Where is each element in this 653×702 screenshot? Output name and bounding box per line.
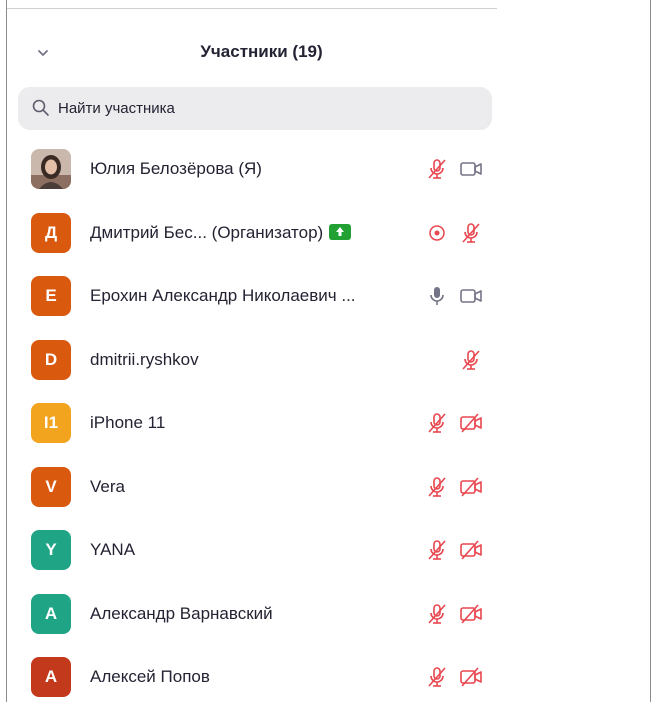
participant-name-text: Дмитрий Бес... (Организатор) — [90, 222, 324, 242]
participant-row[interactable]: I1 iPhone 11 — [14, 391, 497, 455]
video-camera-icon[interactable] — [459, 284, 483, 308]
panel-header: Участники (19) — [14, 9, 497, 84]
search-input[interactable] — [58, 87, 478, 130]
avatar: А — [31, 657, 71, 697]
participant-name-text: YANA — [90, 540, 136, 559]
mic-muted-icon[interactable] — [459, 348, 483, 372]
avatar-photo — [31, 149, 71, 189]
participants-window: Участники (19) Юлия Белозёрова (Я) Д Дмитр… — [6, 0, 651, 702]
mic-muted-icon[interactable] — [425, 157, 449, 181]
participant-name-text: dmitrii.ryshkov — [90, 349, 199, 369]
participant-row[interactable]: Е Ерохин Александр Николаевич ... — [14, 264, 497, 328]
participant-status-icons — [459, 346, 483, 374]
avatar: D — [31, 339, 71, 380]
participant-name: Алексей Попов — [90, 667, 210, 687]
video-off-icon[interactable] — [459, 602, 483, 626]
participant-row[interactable]: V Vera — [14, 455, 497, 519]
participant-status-icons — [425, 536, 483, 564]
participant-row[interactable]: Ddmitrii.ryshkov — [14, 328, 497, 392]
participant-status-icons — [425, 219, 483, 247]
participant-row[interactable]: Y YANA — [14, 518, 497, 582]
screen-share-icon — [329, 223, 352, 240]
avatar: Д — [31, 212, 71, 253]
mic-muted-icon[interactable] — [425, 411, 449, 435]
participant-name: dmitrii.ryshkov — [90, 350, 199, 370]
video-off-icon[interactable] — [459, 475, 483, 499]
recording-icon — [429, 224, 445, 241]
participant-name-text: iPhone 11 — [90, 413, 166, 432]
participant-row[interactable]: Юлия Белозёрова (Я) — [14, 137, 497, 201]
participant-status-icons — [425, 409, 483, 437]
participant-row[interactable]: А Алексей Попов — [14, 645, 497, 702]
avatar: V — [31, 466, 71, 507]
participant-name: Ерохин Александр Николаевич ... — [90, 286, 356, 306]
avatar: I1 — [31, 403, 71, 443]
participant-name-text: Александр Варнавский — [90, 603, 273, 623]
avatar — [31, 149, 71, 189]
mic-muted-icon[interactable] — [425, 602, 449, 626]
mic-icon[interactable] — [425, 284, 449, 308]
participants-panel: Участники (19) Юлия Белозёрова (Я) Д Дмитр… — [14, 9, 497, 702]
participant-name: iPhone 11 — [90, 413, 165, 433]
participant-row[interactable]: Д Дмитрий Бес... (Организатор) — [14, 201, 497, 265]
search-box[interactable] — [18, 87, 492, 130]
participant-status-icons — [425, 600, 483, 628]
participant-status-icons — [425, 155, 483, 183]
participants-list: Юлия Белозёрова (Я) Д Дмитрий Бес... (Орга… — [14, 137, 497, 702]
video-off-icon[interactable] — [459, 665, 483, 689]
participant-name-text: Юлия Белозёрова (Я) — [90, 159, 262, 178]
avatar: А — [31, 593, 71, 634]
mic-muted-icon[interactable] — [425, 475, 449, 499]
participant-status-icons — [425, 282, 483, 310]
participant-name-text: Vera — [90, 476, 125, 496]
video-off-icon[interactable] — [459, 411, 483, 435]
mic-muted-icon[interactable] — [425, 665, 449, 689]
participant-name-text: Ерохин Александр Николаевич ... — [90, 286, 356, 305]
participant-row[interactable]: А Александр Варнавский — [14, 582, 497, 646]
mic-muted-icon[interactable] — [425, 538, 449, 562]
participant-status-icons — [425, 473, 483, 501]
participant-name: YANA — [90, 540, 135, 560]
video-camera-icon[interactable] — [459, 157, 483, 181]
panel-title: Участники (19) — [200, 42, 323, 61]
participant-name: Vera — [90, 477, 125, 497]
video-off-icon[interactable] — [459, 538, 483, 562]
participant-name-text: Алексей Попов — [90, 667, 210, 686]
participant-name: Александр Варнавский — [90, 604, 273, 624]
participant-status-icons — [425, 663, 483, 691]
search-icon — [32, 99, 49, 116]
mic-muted-icon[interactable] — [459, 221, 483, 245]
participant-name: Дмитрий Бес... (Организатор) — [90, 222, 352, 243]
avatar: Е — [31, 276, 71, 316]
participant-name: Юлия Белозёрова (Я) — [90, 159, 262, 179]
avatar: Y — [31, 530, 71, 570]
